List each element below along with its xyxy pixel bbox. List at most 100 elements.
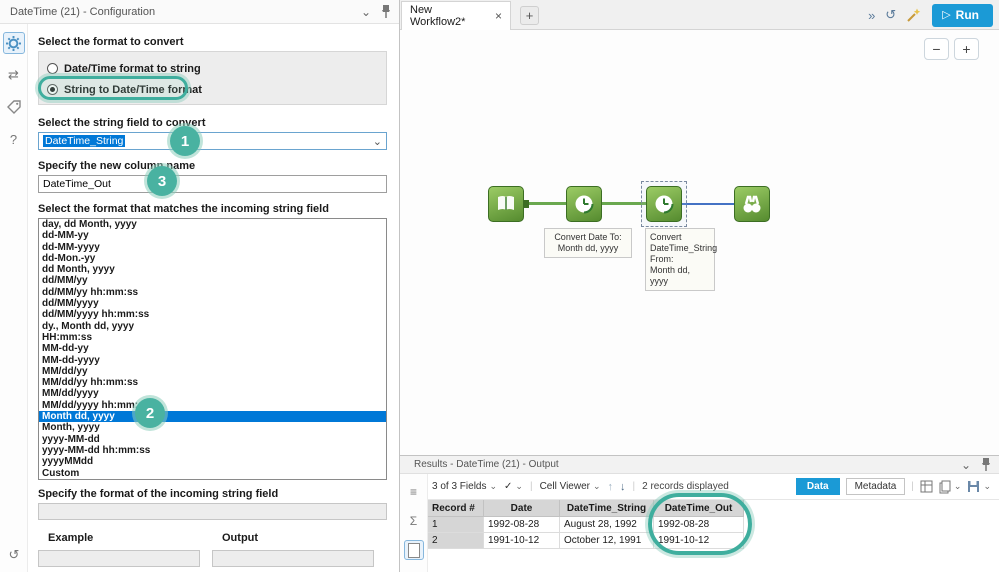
new-tab-button[interactable]: + (520, 6, 539, 25)
collapse-chevron-icon[interactable]: ⌄ (961, 458, 971, 472)
workflow-tab[interactable]: New Workflow2* × (401, 1, 511, 30)
format-list-item[interactable]: MM/dd/yyyy hh:mm:ss (39, 400, 386, 411)
run-button-label: Run (955, 7, 979, 22)
format-list-item[interactable]: MM-dd-yyyy (39, 355, 386, 366)
connection-input-to-datetime1[interactable] (524, 202, 566, 205)
radio-row-datetime-to-string[interactable]: Date/Time format to string (47, 58, 378, 79)
column-header[interactable]: DateTime_String (560, 500, 654, 517)
save-icon[interactable]: ⌄ (967, 480, 991, 493)
zoom-out-button[interactable]: − (924, 38, 949, 60)
output-anchor[interactable] (524, 200, 529, 208)
format-list-item[interactable]: dd/MM/yyyy (39, 298, 386, 309)
radio-datetime-to-string[interactable] (47, 63, 58, 74)
chevron-down-icon: ⌄ (489, 481, 498, 491)
navigation-arrows-icon[interactable]: ⇄ (3, 64, 25, 86)
metadata-tab-button[interactable]: Metadata (845, 478, 906, 495)
connection-datetime2-to-browse[interactable] (682, 203, 734, 205)
pin-icon[interactable] (981, 458, 991, 471)
annotation-datetime1[interactable]: Convert Date To: Month dd, yyyy (544, 228, 632, 258)
connection-datetime1-to-datetime2[interactable] (602, 202, 646, 205)
configuration-panel: DateTime (21) - Configuration ⌄ ⇄ ? ↺ Se… (0, 0, 400, 572)
format-list-item[interactable]: Custom (39, 468, 386, 479)
browse-tool[interactable] (734, 186, 770, 222)
radio-string-to-datetime[interactable] (47, 84, 58, 95)
results-toolbar: 3 of 3 Fields ⌄ ✓ ⌄ | Cell Viewer ⌄ ↑ ↓ |… (428, 474, 999, 500)
radio-string-to-datetime-label: String to Date/Time format (64, 83, 202, 96)
format-list-item[interactable]: day, dd Month, yyyy (39, 219, 386, 230)
column-header[interactable]: Date (484, 500, 560, 517)
table-cell[interactable]: 1992-08-28 (484, 517, 560, 533)
datetime-tool-1[interactable] (566, 186, 602, 222)
table-cell[interactable]: August 28, 1992 (560, 517, 654, 533)
table-cell[interactable]: 1 (428, 517, 484, 533)
format-list-item[interactable]: MM-dd-yy (39, 343, 386, 354)
format-list-item[interactable]: MM/dd/yyyy (39, 388, 386, 399)
help-icon[interactable]: ? (3, 128, 25, 150)
format-list-item[interactable]: dd Month, yyyy (39, 264, 386, 275)
format-list-item[interactable]: Month, yyyy (39, 422, 386, 433)
annotation-datetime2[interactable]: Convert DateTime_String From: Month dd, … (645, 228, 717, 291)
new-column-input[interactable] (38, 175, 387, 193)
copy-icon[interactable]: ⌄ (939, 480, 961, 494)
cell-viewer-dropdown[interactable]: Cell Viewer ⌄ (540, 481, 601, 492)
expand-toolbar-icon[interactable]: » (868, 8, 875, 23)
table-cell[interactable]: 2 (428, 533, 484, 549)
string-field-dropdown[interactable]: DateTime_String ⌄ (38, 132, 387, 150)
radio-row-string-to-datetime[interactable]: String to Date/Time format (47, 79, 378, 100)
format-list[interactable]: day, dd Month, yyyy dd-MM-yy dd-MM-yyyy dd-… (38, 218, 387, 480)
schedule-history-icon[interactable]: ↺ (885, 7, 896, 23)
input-data-tool[interactable] (488, 186, 524, 222)
configuration-gear-icon[interactable] (2, 32, 25, 54)
results-header-row: Record # Date DateTime_String DateTime_Out (428, 500, 999, 517)
column-header[interactable]: Record # (428, 500, 484, 517)
annotation-tag-icon[interactable] (3, 96, 25, 118)
format-list-item[interactable]: dd/MM/yyyy hh:mm:ss (39, 309, 386, 320)
chevron-down-icon[interactable]: ⌄ (373, 135, 382, 148)
format-list-item[interactable]: HH:mm:ss (39, 332, 386, 343)
next-record-arrow-icon[interactable]: ↓ (620, 481, 626, 493)
step-badge-3: 3 (147, 166, 177, 196)
zoom-in-button[interactable]: + (954, 38, 979, 60)
binoculars-icon (743, 195, 761, 213)
table-view-icon[interactable]: ≡ (404, 482, 424, 502)
fields-dropdown[interactable]: 3 of 3 Fields ⌄ (432, 481, 497, 492)
format-list-item[interactable]: Month dd, yyyy (39, 411, 386, 423)
datetime-tool-2-selected[interactable] (646, 186, 682, 222)
apply-fields-button[interactable]: ✓ ⌄ (504, 481, 523, 492)
step-badge-2: 2 (135, 398, 165, 428)
table-cell[interactable]: 1992-08-28 (654, 517, 744, 533)
table-options-icon[interactable] (920, 480, 933, 493)
results-header: Results - DateTime (21) - Output ⌄ (400, 456, 999, 474)
chevron-down-icon: ⌄ (515, 481, 523, 491)
profile-view-icon[interactable]: Σ (404, 511, 424, 531)
format-list-item[interactable]: yyyyMMdd (39, 456, 386, 467)
format-list-item[interactable]: dd/MM/yy hh:mm:ss (39, 287, 386, 298)
browse-view-icon[interactable] (403, 540, 424, 560)
format-list-item[interactable]: dd/MM/yy (39, 275, 386, 286)
format-list-item[interactable]: yyyy-MM-dd (39, 434, 386, 445)
format-list-item[interactable]: yyyy-MM-dd hh:mm:ss (39, 445, 386, 456)
table-cell[interactable]: 1991-10-12 (484, 533, 560, 549)
run-button[interactable]: ▷ Run (932, 3, 993, 27)
table-cell[interactable]: October 12, 1991 (560, 533, 654, 549)
format-list-item[interactable]: dd-Mon.-yy (39, 253, 386, 264)
format-list-item[interactable]: MM/dd/yy (39, 366, 386, 377)
output-label: Output (222, 532, 259, 544)
wand-icon[interactable] (906, 7, 922, 23)
workflow-canvas[interactable]: − + Convert Date To: Month dd, yyyy Conv… (400, 30, 999, 455)
close-tab-icon[interactable]: × (495, 9, 502, 23)
format-list-item[interactable]: dd-MM-yy (39, 230, 386, 241)
results-panel: Results - DateTime (21) - Output ⌄ ≡ Σ 3… (400, 455, 999, 572)
pin-icon[interactable] (381, 5, 391, 18)
column-header[interactable]: DateTime_Out (654, 500, 744, 517)
collapse-chevron-icon[interactable]: ⌄ (361, 5, 371, 19)
data-tab-button[interactable]: Data (795, 478, 840, 495)
format-list-item[interactable]: MM/dd/yy hh:mm:ss (39, 377, 386, 388)
previous-record-arrow-icon[interactable]: ↑ (608, 481, 614, 493)
format-list-item[interactable]: dy., Month dd, yyyy (39, 321, 386, 332)
refresh-icon[interactable]: ↺ (3, 544, 25, 566)
format-list-item[interactable]: dd-MM-yyyy (39, 242, 386, 253)
step-badge-1: 1 (170, 126, 200, 156)
table-cell[interactable]: 1991-10-12 (654, 533, 744, 549)
incoming-format-label: Specify the format of the incoming strin… (38, 488, 279, 500)
